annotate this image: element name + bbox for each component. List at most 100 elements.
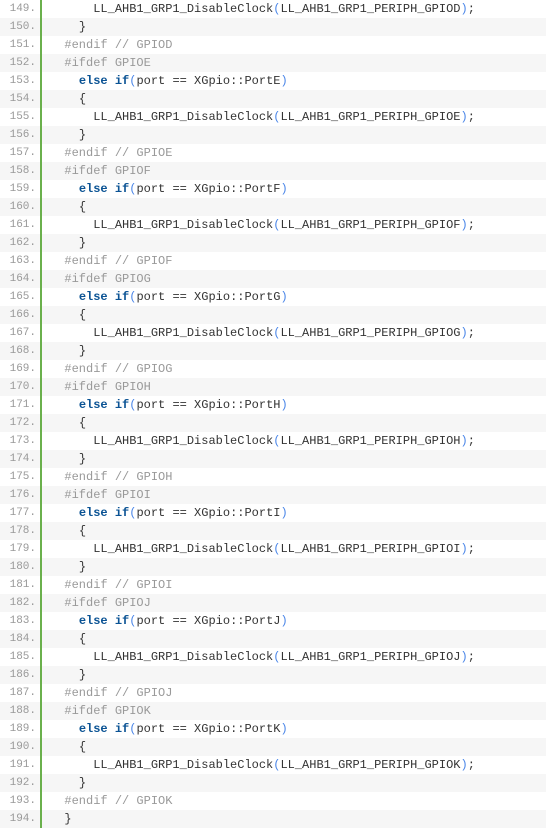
code-line: 156. } [0, 126, 546, 144]
token-keyword: else [79, 614, 108, 628]
token-op: == [172, 290, 186, 304]
code-content: LL_AHB1_GRP1_DisableClock(LL_AHB1_GRP1_P… [42, 108, 546, 126]
token-paren: ) [281, 398, 288, 412]
token-ident: XGpio [187, 290, 230, 304]
line-number: 156. [0, 126, 42, 144]
token-op: ; [468, 218, 475, 232]
code-line: 181. #endif // GPIOI [0, 576, 546, 594]
token-preproc: #endif [64, 254, 114, 268]
token-preproc: #endif [64, 578, 114, 592]
token-brace: } [79, 344, 86, 358]
token-func: LL_AHB1_GRP1_DisableClock [93, 110, 273, 124]
token-keyword: if [115, 398, 129, 412]
line-number: 174. [0, 450, 42, 468]
code-line: 177. else if(port == XGpio::PortI) [0, 504, 546, 522]
token-keyword: if [115, 506, 129, 520]
token-brace: } [79, 20, 86, 34]
line-number: 163. [0, 252, 42, 270]
code-content: LL_AHB1_GRP1_DisableClock(LL_AHB1_GRP1_P… [42, 756, 546, 774]
token-keyword: else [79, 398, 108, 412]
token-ident: port [136, 74, 172, 88]
token-brace: { [79, 524, 86, 538]
code-line: 155. LL_AHB1_GRP1_DisableClock(LL_AHB1_G… [0, 108, 546, 126]
code-line: 191. LL_AHB1_GRP1_DisableClock(LL_AHB1_G… [0, 756, 546, 774]
code-line: 171. else if(port == XGpio::PortH) [0, 396, 546, 414]
token-ident: port [136, 290, 172, 304]
code-content: { [42, 306, 546, 324]
token-keyword: if [115, 182, 129, 196]
token-brace: { [79, 92, 86, 106]
token-op: ; [468, 434, 475, 448]
code-line: 167. LL_AHB1_GRP1_DisableClock(LL_AHB1_G… [0, 324, 546, 342]
token-op: ; [468, 542, 475, 556]
code-content: } [42, 234, 546, 252]
code-line: 183. else if(port == XGpio::PortJ) [0, 612, 546, 630]
code-line: 176. #ifdef GPIOI [0, 486, 546, 504]
code-content: LL_AHB1_GRP1_DisableClock(LL_AHB1_GRP1_P… [42, 540, 546, 558]
code-line: 185. LL_AHB1_GRP1_DisableClock(LL_AHB1_G… [0, 648, 546, 666]
token-paren: ) [281, 290, 288, 304]
token-comment: // GPIOE [115, 146, 173, 160]
code-line: 153. else if(port == XGpio::PortE) [0, 72, 546, 90]
code-content: { [42, 198, 546, 216]
line-number: 193. [0, 792, 42, 810]
token-func: LL_AHB1_GRP1_DisableClock [93, 542, 273, 556]
code-content: #endif // GPIOE [42, 144, 546, 162]
token-paren: ) [281, 182, 288, 196]
code-content: #ifdef GPIOK [42, 702, 546, 720]
code-content: #endif // GPIOD [42, 36, 546, 54]
token-paren: ) [460, 326, 467, 340]
line-number: 154. [0, 90, 42, 108]
token-ident: XGpio [187, 74, 230, 88]
token-preproc: #endif [64, 38, 114, 52]
line-number: 169. [0, 360, 42, 378]
token-ident: PortG [244, 290, 280, 304]
code-content: { [42, 90, 546, 108]
code-line: 189. else if(port == XGpio::PortK) [0, 720, 546, 738]
token-op: :: [230, 506, 244, 520]
code-content: } [42, 558, 546, 576]
code-line: 161. LL_AHB1_GRP1_DisableClock(LL_AHB1_G… [0, 216, 546, 234]
token-func: LL_AHB1_GRP1_DisableClock [93, 218, 273, 232]
token-keyword: else [79, 290, 108, 304]
code-content: { [42, 738, 546, 756]
token-keyword: else [79, 182, 108, 196]
token-ident: LL_AHB1_GRP1_PERIPH_GPIOI [280, 542, 460, 556]
token-keyword: if [115, 290, 129, 304]
token-ident: XGpio [187, 398, 230, 412]
token-ident: port [136, 614, 172, 628]
token-plain [108, 506, 115, 520]
token-op: :: [230, 74, 244, 88]
token-brace: { [79, 308, 86, 322]
token-brace: } [79, 452, 86, 466]
code-line: 180. } [0, 558, 546, 576]
line-number: 151. [0, 36, 42, 54]
code-content: else if(port == XGpio::PortK) [42, 720, 546, 738]
token-op: ; [468, 326, 475, 340]
token-op: ; [468, 2, 475, 16]
token-preproc: #ifdef GPIOI [64, 488, 150, 502]
code-line: 192. } [0, 774, 546, 792]
token-plain [108, 614, 115, 628]
line-number: 165. [0, 288, 42, 306]
token-ident: port [136, 398, 172, 412]
code-content: } [42, 18, 546, 36]
line-number: 172. [0, 414, 42, 432]
line-number: 185. [0, 648, 42, 666]
line-number: 162. [0, 234, 42, 252]
line-number: 179. [0, 540, 42, 558]
code-line: 179. LL_AHB1_GRP1_DisableClock(LL_AHB1_G… [0, 540, 546, 558]
token-op: == [172, 74, 186, 88]
code-line: 159. else if(port == XGpio::PortF) [0, 180, 546, 198]
line-number: 173. [0, 432, 42, 450]
token-ident: XGpio [187, 614, 230, 628]
code-line: 173. LL_AHB1_GRP1_DisableClock(LL_AHB1_G… [0, 432, 546, 450]
line-number: 159. [0, 180, 42, 198]
code-content: } [42, 342, 546, 360]
line-number: 177. [0, 504, 42, 522]
token-brace: } [79, 128, 86, 142]
token-comment: // GPIOK [115, 794, 173, 808]
token-op: == [172, 398, 186, 412]
code-content: #ifdef GPIOJ [42, 594, 546, 612]
line-number: 153. [0, 72, 42, 90]
